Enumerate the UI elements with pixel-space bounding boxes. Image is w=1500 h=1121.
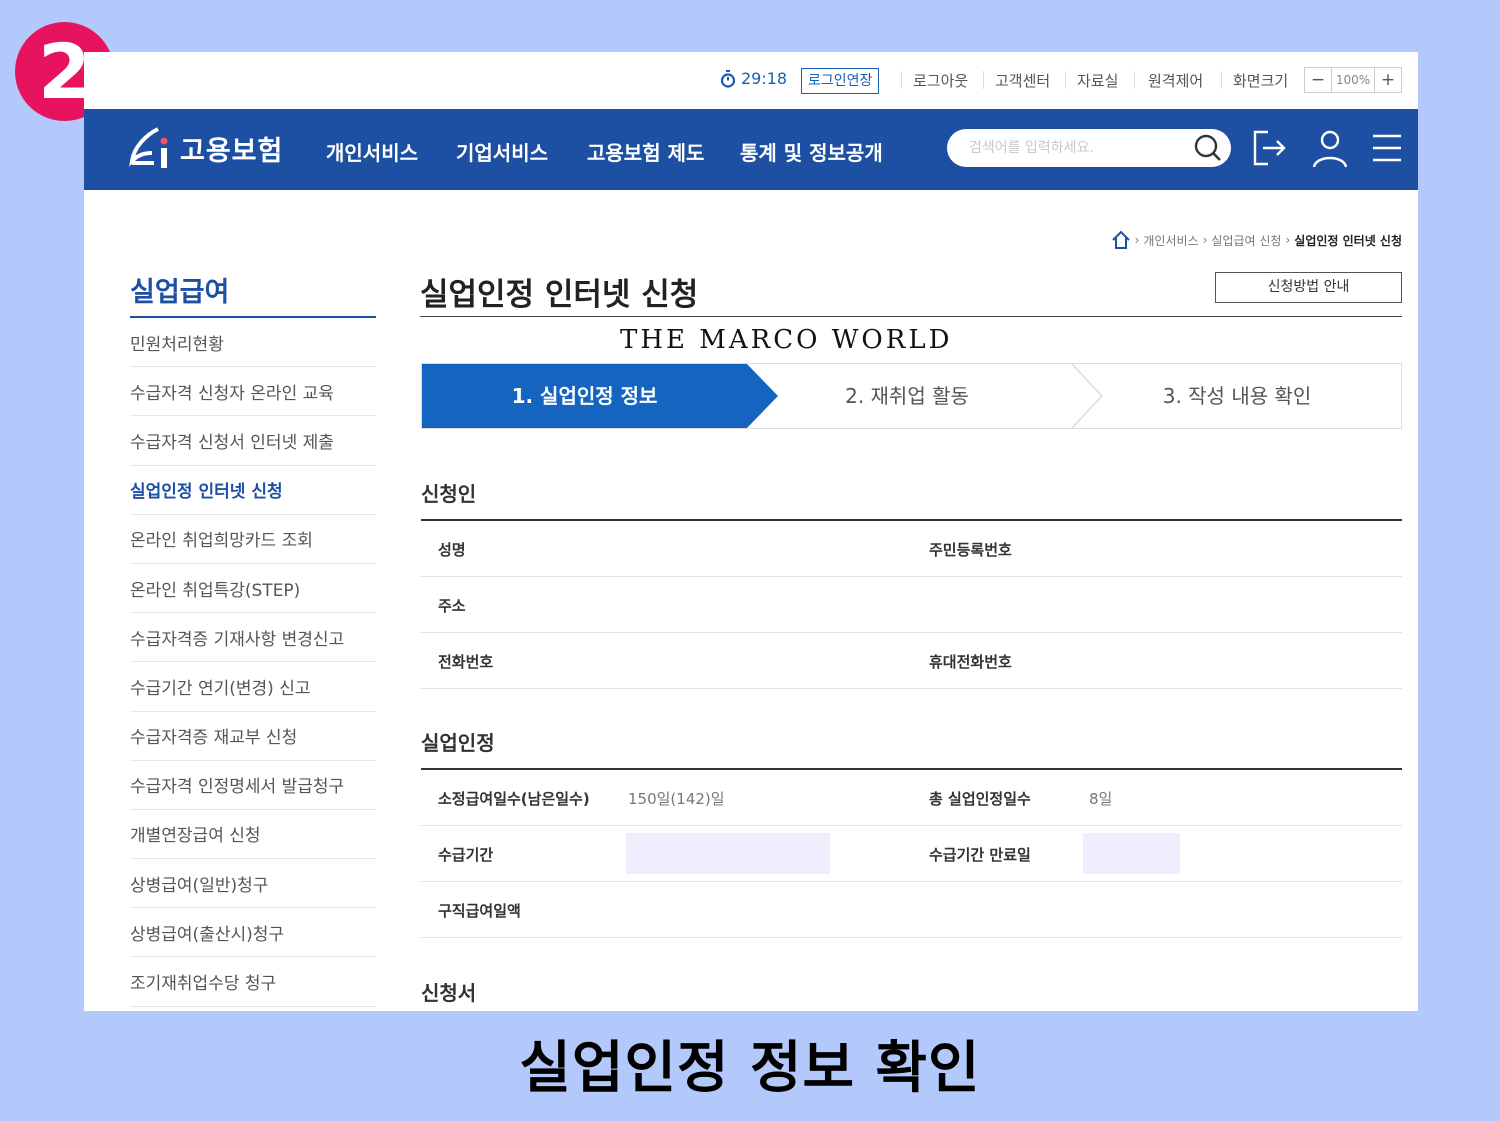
- total-recognition-days-value: 8일: [1089, 790, 1113, 808]
- section-title-recognition: 실업인정: [421, 731, 495, 755]
- sidebar-item-complaint-status[interactable]: 민원처리현황: [130, 318, 376, 368]
- sidebar-item-certificate-request[interactable]: 수급자격 인정명세서 발급청구: [130, 761, 376, 810]
- zoom-in-button[interactable]: +: [1375, 68, 1401, 92]
- breadcrumb-item[interactable]: 개인서비스: [1143, 232, 1198, 249]
- phone-label: 전화번호: [438, 653, 494, 671]
- period-expiry-label: 수급기간 만료일: [929, 846, 1031, 864]
- breadcrumb: › 개인서비스 › 실업급여 신청 › 실업인정 인터넷 신청: [1111, 230, 1402, 250]
- menu-business-services[interactable]: 기업서비스: [456, 137, 548, 166]
- section-title-applicant: 신청인: [421, 482, 477, 506]
- sidebar-item-sickness-childbirth[interactable]: 상병급여(출산시)청구: [130, 908, 376, 958]
- session-timer: 29:18: [720, 69, 787, 88]
- table-row: 수급기간 수급기간 만료일: [421, 826, 1402, 882]
- stopwatch-icon: [720, 69, 736, 88]
- resident-number-label: 주민등록번호: [929, 541, 1012, 559]
- search-box: [947, 129, 1231, 167]
- step-progress: 1. 실업인정 정보 2. 재취업 활동 3. 작성 내용 확인: [421, 363, 1402, 429]
- sidebar-item-unemployment-recognition[interactable]: 실업인정 인터넷 신청: [130, 466, 376, 515]
- breadcrumb-item[interactable]: 실업급여 신청: [1211, 232, 1281, 249]
- sidebar-item-eligibility-application[interactable]: 수급자격 신청서 인터넷 제출: [130, 416, 376, 466]
- redacted-expiry-value: [1083, 833, 1180, 874]
- user-icon[interactable]: [1312, 129, 1348, 169]
- menu-insurance-system[interactable]: 고용보험 제도: [587, 137, 704, 166]
- name-label: 성명: [438, 541, 466, 559]
- divider: [1221, 71, 1222, 89]
- archive-link[interactable]: 자료실: [1077, 70, 1118, 91]
- divider: [1134, 71, 1135, 89]
- sidebar-item-hope-card[interactable]: 온라인 취업희망카드 조회: [130, 515, 376, 564]
- sidebar-title: 실업급여: [130, 277, 230, 308]
- divider: [901, 71, 902, 89]
- redacted-period-value: [626, 833, 830, 874]
- table-row: 소정급여일수(남은일수) 150일(142)일 총 실업인정일수 8일: [421, 770, 1402, 826]
- site-logo[interactable]: 고용보험: [128, 123, 283, 173]
- zoom-control: − 100% +: [1304, 67, 1402, 93]
- table-row: 주소: [421, 577, 1402, 633]
- remote-control-link[interactable]: 원격제어: [1148, 70, 1203, 91]
- chevron-right-icon: ›: [1202, 233, 1208, 247]
- sidebar-item-extended-benefit[interactable]: 개별연장급여 신청: [130, 810, 376, 860]
- table-row: 구직급여일액: [421, 882, 1402, 938]
- divider: [1065, 71, 1066, 89]
- logout-link[interactable]: 로그아웃: [913, 70, 968, 91]
- page-title: 실업인정 인터넷 신청: [420, 277, 699, 313]
- logo-mark-icon: [129, 127, 168, 168]
- home-icon[interactable]: [1111, 230, 1131, 250]
- chevron-right-icon: ›: [1285, 233, 1291, 247]
- browser-page: 29:18 로그인연장 로그아웃 고객센터 자료실 원격제어 화면크기 − 10…: [84, 52, 1418, 1011]
- daily-benefit-label: 구직급여일액: [438, 902, 521, 920]
- benefit-days-value: 150일(142)일: [628, 790, 725, 808]
- step-3: 3. 작성 내용 확인: [1162, 384, 1312, 408]
- sidebar-item-online-education[interactable]: 수급자격 신청자 온라인 교육: [130, 367, 376, 417]
- sidebar-item-change-report[interactable]: 수급자격증 기재사항 변경신고: [130, 613, 376, 663]
- search-icon[interactable]: [1193, 133, 1223, 163]
- screen-size-label: 화면크기: [1233, 72, 1289, 90]
- table-row: 성명 주민등록번호: [421, 521, 1402, 577]
- table-row: 전화번호 휴대전화번호: [421, 633, 1402, 689]
- section-title-application: 신청서: [421, 981, 477, 1005]
- logout-icon[interactable]: [1252, 129, 1288, 167]
- total-recognition-days-label: 총 실업인정일수: [929, 790, 1031, 808]
- sidebar-item-sickness-general[interactable]: 상병급여(일반)청구: [130, 859, 376, 909]
- sidebar-item-period-extension[interactable]: 수급기간 연기(변경) 신고: [130, 662, 376, 712]
- utility-bar: 29:18 로그인연장 로그아웃 고객센터 자료실 원격제어 화면크기 − 10…: [84, 52, 1418, 109]
- address-label: 주소: [438, 597, 466, 615]
- logo-text: 고용보험: [180, 135, 284, 167]
- zoom-value: 100%: [1331, 68, 1375, 92]
- benefit-period-label: 수급기간: [438, 846, 494, 864]
- hamburger-menu-icon[interactable]: [1372, 133, 1402, 163]
- login-extend-button[interactable]: 로그인연장: [801, 68, 880, 94]
- sidebar-item-early-reemployment[interactable]: 조기재취업수당 청구: [130, 957, 376, 1007]
- breadcrumb-current: 실업인정 인터넷 신청: [1294, 233, 1402, 248]
- step-2: 2. 재취업 활동: [845, 384, 969, 408]
- benefit-days-label: 소정급여일수(남은일수): [438, 790, 590, 808]
- application-guide-button[interactable]: 신청방법 안내: [1215, 272, 1402, 303]
- chevron-right-icon: ›: [1134, 233, 1140, 247]
- sidebar-item-step-lecture[interactable]: 온라인 취업특강(STEP): [130, 564, 376, 614]
- main-navigation: 고용보험 개인서비스 기업서비스 고용보험 제도 통계 및 정보공개: [84, 109, 1418, 190]
- sidebar-menu: 민원처리현황 수급자격 신청자 온라인 교육 수급자격 신청서 인터넷 제출 실…: [130, 318, 376, 1007]
- watermark-text: THE MARCO WORLD: [620, 325, 953, 355]
- divider: [420, 316, 1402, 317]
- search-input[interactable]: [969, 137, 1179, 159]
- timer-value: 29:18: [741, 69, 788, 88]
- step-1-active: 1. 실업인정 정보: [511, 384, 658, 408]
- customer-center-link[interactable]: 고객센터: [995, 70, 1050, 91]
- zoom-out-button[interactable]: −: [1305, 68, 1331, 92]
- mobile-label: 휴대전화번호: [929, 653, 1012, 671]
- caption-title: 실업인정 정보 확인: [519, 1036, 981, 1101]
- divider: [983, 71, 984, 89]
- menu-statistics[interactable]: 통계 및 정보공개: [740, 137, 883, 166]
- sidebar-item-reissue[interactable]: 수급자격증 재교부 신청: [130, 712, 376, 761]
- menu-personal-services[interactable]: 개인서비스: [326, 137, 418, 166]
